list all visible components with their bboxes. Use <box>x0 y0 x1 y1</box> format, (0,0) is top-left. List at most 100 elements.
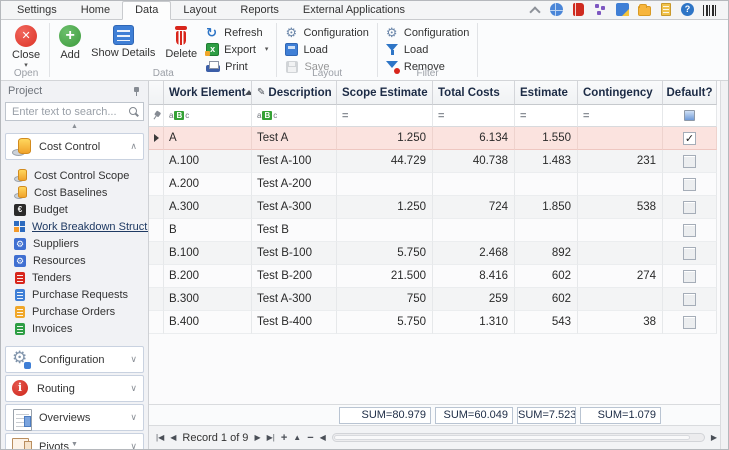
cell-description[interactable]: Test B <box>252 219 337 242</box>
export-button[interactable]: Export ▾ <box>202 42 272 57</box>
cell-default[interactable] <box>663 127 717 150</box>
cell-total-costs[interactable]: 1.310 <box>433 311 515 334</box>
cell-estimate[interactable]: 602 <box>515 288 578 311</box>
cell-estimate[interactable]: 892 <box>515 242 578 265</box>
cell-total-costs[interactable] <box>433 173 515 196</box>
column-header-contingency[interactable]: Contingency <box>578 81 663 105</box>
table-row[interactable]: A.100 Test A-100 44.729 40.738 1.483 231 <box>149 150 720 173</box>
horizontal-scrollbar-thumb[interactable] <box>333 435 690 440</box>
sidebar-item-cost-control-scope[interactable]: Cost Control Scope <box>1 167 148 184</box>
append-record-button[interactable] <box>278 432 290 444</box>
cell-default[interactable] <box>663 173 717 196</box>
tab-settings[interactable]: Settings <box>5 2 69 19</box>
cell-contingency[interactable] <box>578 127 663 150</box>
table-row[interactable]: A.300 Test A-300 1.250 724 1.850 538 <box>149 196 720 219</box>
column-header-default[interactable]: Default? <box>663 81 717 105</box>
cell-description[interactable]: Test A <box>252 127 337 150</box>
last-record-button[interactable] <box>264 433 278 442</box>
filter-cell-default[interactable] <box>663 105 717 127</box>
cell-estimate[interactable] <box>515 173 578 196</box>
column-header-total-costs[interactable]: Total Costs <box>433 81 515 105</box>
sidebar-group-configuration[interactable]: Configuration <box>5 346 144 373</box>
sidebar-item-purchase-requests[interactable]: Purchase Requests <box>1 286 148 303</box>
cell-description[interactable]: Test B-400 <box>252 311 337 334</box>
sidebar-group-cost-control[interactable]: Cost Control <box>5 133 144 160</box>
table-row[interactable]: B.200 Test B-200 21.500 8.416 602 274 <box>149 265 720 288</box>
cell-total-costs[interactable] <box>433 219 515 242</box>
cell-scope-estimate[interactable]: 21.500 <box>337 265 433 288</box>
cell-scope-estimate[interactable]: 1.250 <box>337 127 433 150</box>
cell-estimate[interactable]: 1.483 <box>515 150 578 173</box>
delete-record-button[interactable] <box>304 432 316 444</box>
collapse-ribbon-icon[interactable] <box>528 3 541 16</box>
column-header-estimate[interactable]: Estimate <box>515 81 578 105</box>
sidebar-group-routing[interactable]: Routing <box>5 375 144 402</box>
equals-filter-icon[interactable] <box>342 110 348 122</box>
cell-estimate[interactable]: 602 <box>515 265 578 288</box>
cell-scope-estimate[interactable] <box>337 219 433 242</box>
filter-cell-estimate[interactable] <box>515 105 578 127</box>
cell-work-element[interactable]: A.100 <box>164 150 252 173</box>
dropdown-arrow-icon[interactable]: ▾ <box>265 46 269 53</box>
filter-configuration-button[interactable]: Configuration <box>382 25 473 40</box>
tab-home[interactable]: Home <box>69 2 122 19</box>
cell-scope-estimate[interactable]: 1.250 <box>337 196 433 219</box>
cell-total-costs[interactable]: 259 <box>433 288 515 311</box>
cell-total-costs[interactable]: 2.468 <box>433 242 515 265</box>
layout-configuration-button[interactable]: Configuration <box>281 25 372 40</box>
cell-scope-estimate[interactable]: 750 <box>337 288 433 311</box>
cell-scope-estimate[interactable] <box>337 173 433 196</box>
checkbox-unchecked-icon[interactable] <box>683 269 696 283</box>
cell-description[interactable]: Test A-300 <box>252 288 337 311</box>
checkbox-unchecked-icon[interactable] <box>683 223 696 237</box>
cell-total-costs[interactable]: 40.738 <box>433 150 515 173</box>
cell-default[interactable] <box>663 150 717 173</box>
table-row[interactable]: B.100 Test B-100 5.750 2.468 892 <box>149 242 720 265</box>
column-header-work-element[interactable]: Work Element <box>164 81 252 105</box>
sidebar-item-cost-baselines[interactable]: Cost Baselines <box>1 184 148 201</box>
book-icon[interactable] <box>573 3 584 16</box>
cell-scope-estimate[interactable]: 44.729 <box>337 150 433 173</box>
cell-default[interactable] <box>663 288 717 311</box>
scroll-up-indicator[interactable]: ▲ <box>1 123 148 131</box>
tab-layout[interactable]: Layout <box>171 2 228 19</box>
checkbox-filter-icon[interactable] <box>684 110 695 121</box>
cell-default[interactable] <box>663 242 717 265</box>
cell-estimate[interactable]: 543 <box>515 311 578 334</box>
hscroll-right-arrow[interactable] <box>708 433 720 442</box>
delete-button[interactable]: Delete <box>160 23 202 62</box>
cell-total-costs[interactable]: 6.134 <box>433 127 515 150</box>
cell-work-element[interactable]: B.100 <box>164 242 252 265</box>
cell-contingency[interactable] <box>578 219 663 242</box>
tab-reports[interactable]: Reports <box>228 2 291 19</box>
cell-default[interactable] <box>663 311 717 334</box>
column-header-scope-estimate[interactable]: Scope Estimate <box>337 81 433 105</box>
filter-cell-scope-estimate[interactable] <box>337 105 433 127</box>
search-box[interactable] <box>5 102 144 121</box>
scroll-down-indicator[interactable]: ▼ <box>1 441 148 448</box>
cell-contingency[interactable]: 274 <box>578 265 663 288</box>
filter-load-button[interactable]: Load <box>382 42 473 57</box>
sidebar-item-purchase-orders[interactable]: Purchase Orders <box>1 303 148 320</box>
help-icon[interactable] <box>681 3 694 16</box>
cell-work-element[interactable]: A.300 <box>164 196 252 219</box>
cell-total-costs[interactable]: 724 <box>433 196 515 219</box>
tab-data[interactable]: Data <box>122 1 172 20</box>
sidebar-item-budget[interactable]: Budget <box>1 201 148 218</box>
cell-contingency[interactable] <box>578 173 663 196</box>
table-row[interactable]: B.400 Test B-400 5.750 1.310 543 38 <box>149 311 720 334</box>
cell-estimate[interactable]: 1.550 <box>515 127 578 150</box>
checkbox-unchecked-icon[interactable] <box>683 292 696 306</box>
refresh-button[interactable]: Refresh <box>202 25 272 40</box>
first-record-button[interactable] <box>153 433 167 442</box>
vertical-scrollbar[interactable] <box>720 81 728 449</box>
next-record-button[interactable] <box>251 433 263 442</box>
cell-description[interactable]: Test B-100 <box>252 242 337 265</box>
cell-contingency[interactable] <box>578 288 663 311</box>
cell-contingency[interactable]: 38 <box>578 311 663 334</box>
edit-icon[interactable] <box>616 3 629 16</box>
sidebar-group-overviews[interactable]: Overviews <box>5 404 144 431</box>
cell-scope-estimate[interactable]: 5.750 <box>337 311 433 334</box>
checkbox-unchecked-icon[interactable] <box>683 246 696 260</box>
cell-contingency[interactable]: 538 <box>578 196 663 219</box>
